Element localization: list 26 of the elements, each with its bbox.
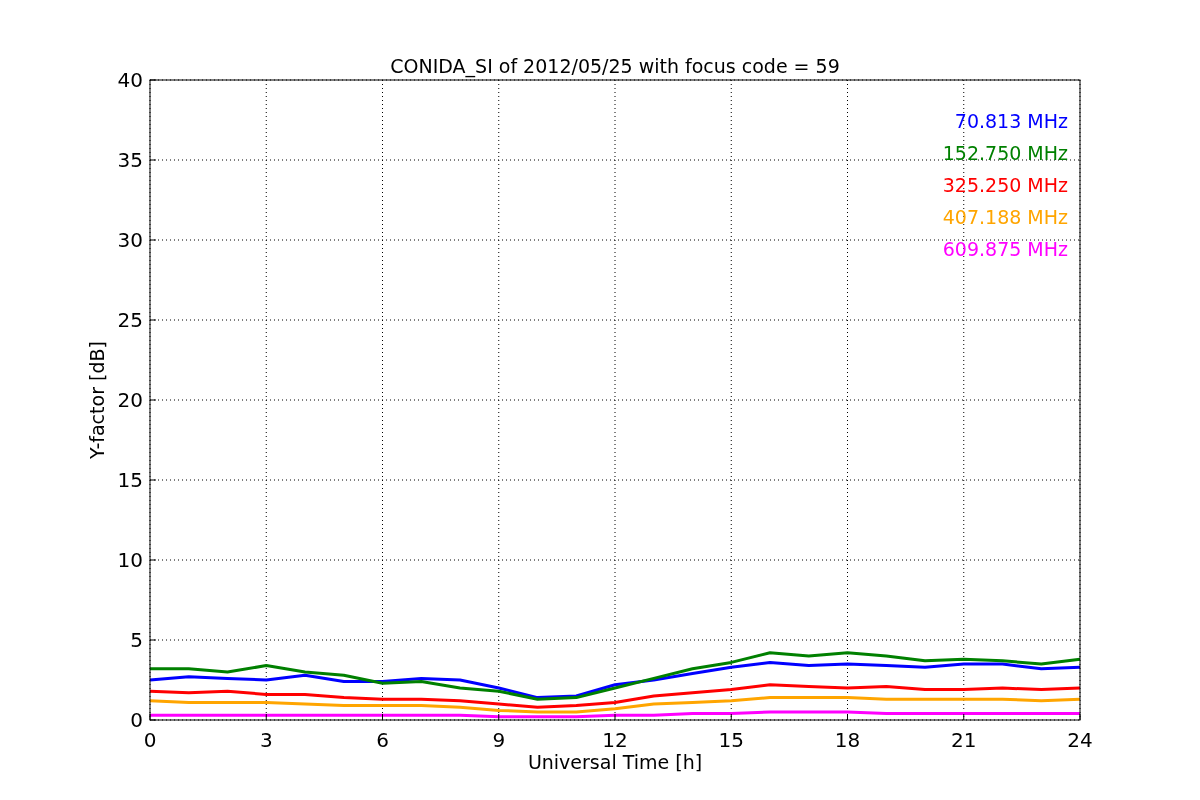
legend-label: 609.875 MHz bbox=[942, 238, 1068, 260]
x-tick-label: 0 bbox=[143, 728, 157, 752]
y-axis-label: Y-factor [dB] bbox=[86, 341, 108, 459]
legend-label: 407.188 MHz bbox=[942, 206, 1068, 228]
y-tick-label: 30 bbox=[117, 228, 143, 252]
y-tick-label: 10 bbox=[117, 548, 143, 572]
x-tick-label: 9 bbox=[492, 728, 506, 752]
x-axis-label: Universal Time [h] bbox=[527, 751, 703, 773]
legend-label: 152.750 MHz bbox=[942, 142, 1068, 164]
chart-title: CONIDA_SI of 2012/05/25 with focus code = 59 bbox=[390, 55, 840, 77]
x-tick-label: 12 bbox=[602, 728, 628, 752]
y-tick-label: 20 bbox=[117, 388, 143, 412]
y-tick-label: 5 bbox=[130, 628, 143, 652]
x-tick-label: 3 bbox=[259, 728, 273, 752]
y-tick-label: 15 bbox=[117, 468, 143, 492]
legend-label: 70.813 MHz bbox=[954, 110, 1068, 132]
x-tick-label: 6 bbox=[376, 728, 389, 752]
x-tick-label: 21 bbox=[951, 728, 977, 752]
x-tick-label: 15 bbox=[718, 728, 744, 752]
y-tick-label: 25 bbox=[117, 308, 143, 332]
y-tick-label: 35 bbox=[117, 148, 143, 172]
y-tick-label: 40 bbox=[117, 68, 143, 92]
y-tick-label: 0 bbox=[130, 708, 143, 732]
x-tick-label: 18 bbox=[834, 728, 861, 752]
x-tick-label: 24 bbox=[1067, 728, 1093, 752]
legend-label: 325.250 MHz bbox=[942, 174, 1068, 196]
